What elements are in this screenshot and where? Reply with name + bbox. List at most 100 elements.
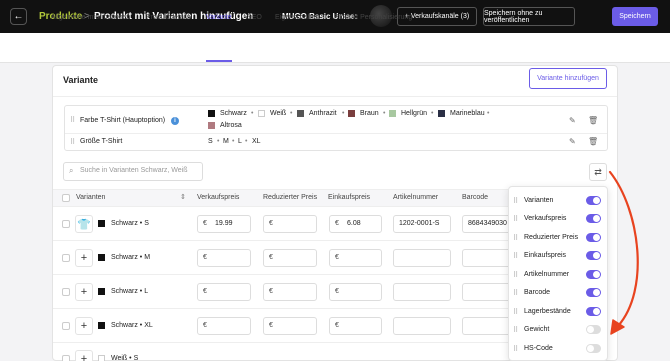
drag-handle-icon[interactable]: ⠿ xyxy=(513,326,518,334)
drag-handle-icon[interactable]: ⠿ xyxy=(513,308,518,316)
reduced-price-input[interactable]: € xyxy=(263,283,317,301)
price-input[interactable]: € xyxy=(197,283,251,301)
barcode-input[interactable] xyxy=(462,249,508,267)
barcode-input[interactable] xyxy=(462,283,508,301)
divider xyxy=(53,342,508,343)
row-checkbox[interactable] xyxy=(62,220,70,228)
option-name-size: Größe T-Shirt xyxy=(80,138,123,145)
color-swatch xyxy=(348,110,355,117)
column-toggle-label: HS-Code xyxy=(524,345,553,352)
variant-label: Schwarz • L xyxy=(111,288,149,295)
swap-arrows-icon: ⇄ xyxy=(594,166,602,177)
option-value: XL xyxy=(252,138,261,145)
drag-handle-icon[interactable]: ⠿ xyxy=(513,271,518,279)
purchase-price-input[interactable]: € xyxy=(329,249,382,267)
sku-input[interactable] xyxy=(393,249,451,267)
option-value: Schwarz xyxy=(208,110,247,117)
option-value: Altrosa xyxy=(208,122,242,129)
row-checkbox[interactable] xyxy=(62,355,70,361)
option-value: M xyxy=(223,138,229,145)
drag-handle-icon[interactable]: ⠿ xyxy=(513,197,518,205)
save-button[interactable]: Speichern xyxy=(612,7,658,26)
divider xyxy=(53,308,508,309)
price-input[interactable]: € xyxy=(197,317,251,335)
add-image-icon[interactable]: + xyxy=(75,317,93,335)
price-input[interactable]: € xyxy=(197,249,251,267)
reduced-price-input[interactable]: € xyxy=(263,249,317,267)
color-swatch xyxy=(438,110,445,117)
row-checkbox[interactable] xyxy=(62,322,70,330)
tshirt-icon[interactable]: 👕 xyxy=(75,215,93,233)
purchase-price-input[interactable]: € xyxy=(329,283,382,301)
column-header: Reduzierter Preis xyxy=(263,194,318,201)
column-toggle[interactable] xyxy=(586,251,601,260)
tab-product-details[interactable]: Produktdetails xyxy=(146,14,190,21)
color-swatch xyxy=(208,110,215,117)
column-toggle[interactable] xyxy=(586,233,601,242)
add-image-icon[interactable]: + xyxy=(75,350,93,361)
barcode-input[interactable] xyxy=(462,317,508,335)
column-toggle-label: Varianten xyxy=(524,197,554,204)
tab-general-info[interactable]: Allgemeine Informationen xyxy=(51,14,130,21)
variant-label: Weiß • S xyxy=(111,355,139,361)
option-value: S xyxy=(208,138,213,145)
purchase-price-input[interactable]: € xyxy=(329,317,382,335)
drag-handle-icon[interactable]: ⠿ xyxy=(513,234,518,242)
column-toggle-label: Einkaufspreis xyxy=(524,252,567,259)
pencil-icon[interactable]: ✎ xyxy=(569,137,578,146)
column-toggle[interactable] xyxy=(586,307,601,316)
drag-handle-icon[interactable]: ⠿ xyxy=(513,252,518,260)
column-toggle[interactable] xyxy=(586,325,601,334)
back-arrow-button[interactable]: ← xyxy=(10,8,27,25)
info-icon[interactable]: i xyxy=(171,117,179,125)
sku-input[interactable] xyxy=(393,283,451,301)
drag-handle-icon[interactable]: ⠿ xyxy=(70,138,75,146)
select-all-checkbox[interactable] xyxy=(62,194,70,202)
divider xyxy=(53,274,508,275)
tab-variants[interactable]: Variante xyxy=(206,14,232,21)
sku-input[interactable] xyxy=(393,317,451,335)
column-header: Barcode xyxy=(462,194,489,201)
add-image-icon[interactable]: + xyxy=(75,249,93,267)
add-variant-button[interactable]: Variante hinzufügen xyxy=(529,68,607,89)
trash-icon[interactable]: 🗑 xyxy=(588,137,598,146)
column-toggle[interactable] xyxy=(586,196,601,205)
pencil-icon[interactable]: ✎ xyxy=(569,116,578,125)
tab-personalization[interactable]: Produkt Personalisierung xyxy=(334,14,412,21)
reduced-price-input[interactable]: € xyxy=(263,215,317,233)
column-toggle[interactable] xyxy=(586,270,601,279)
column-header: Einkaufspreis xyxy=(328,194,371,201)
color-swatch xyxy=(297,110,304,117)
column-toggle-label: Gewicht xyxy=(524,326,550,333)
tab-bar xyxy=(0,33,670,63)
reduced-price-input[interactable]: € xyxy=(263,317,317,335)
row-checkbox[interactable] xyxy=(62,288,70,296)
column-toggle[interactable] xyxy=(586,344,601,353)
drag-handle-icon[interactable]: ⠿ xyxy=(513,215,518,223)
row-checkbox[interactable] xyxy=(62,254,70,262)
add-image-icon[interactable]: + xyxy=(75,283,93,301)
barcode-input[interactable]: 8684349030 xyxy=(462,215,508,233)
color-swatch xyxy=(98,254,105,261)
price-input[interactable]: €19.99 xyxy=(197,215,251,233)
option-value: L xyxy=(238,138,242,145)
tab-properties[interactable]: Eigenschaften xyxy=(275,14,319,21)
option-value: Anthrazit xyxy=(297,110,337,117)
divider xyxy=(53,240,508,241)
column-toggle[interactable] xyxy=(586,288,601,297)
purchase-price-input[interactable]: €6.08 xyxy=(329,215,382,233)
option-value: Braun xyxy=(348,110,379,117)
sort-icon[interactable]: ⇕ xyxy=(180,193,186,201)
column-settings-button[interactable]: ⇄ xyxy=(589,163,607,181)
drag-handle-icon[interactable]: ⠿ xyxy=(70,116,75,124)
trash-icon[interactable]: 🗑 xyxy=(588,116,598,125)
column-toggle[interactable] xyxy=(586,214,601,223)
column-header: Varianten xyxy=(76,194,106,201)
drag-handle-icon[interactable]: ⠿ xyxy=(513,289,518,297)
tab-seo[interactable]: SEO xyxy=(247,14,262,21)
search-icon: ⌕ xyxy=(69,166,74,175)
save-without-publish-button[interactable]: Speichern ohne zu veröffentlichen xyxy=(483,7,575,26)
drag-handle-icon[interactable]: ⠿ xyxy=(513,345,518,353)
sku-input[interactable]: 1202-0001-S xyxy=(393,215,451,233)
option-value: Hellgrün xyxy=(389,110,427,117)
